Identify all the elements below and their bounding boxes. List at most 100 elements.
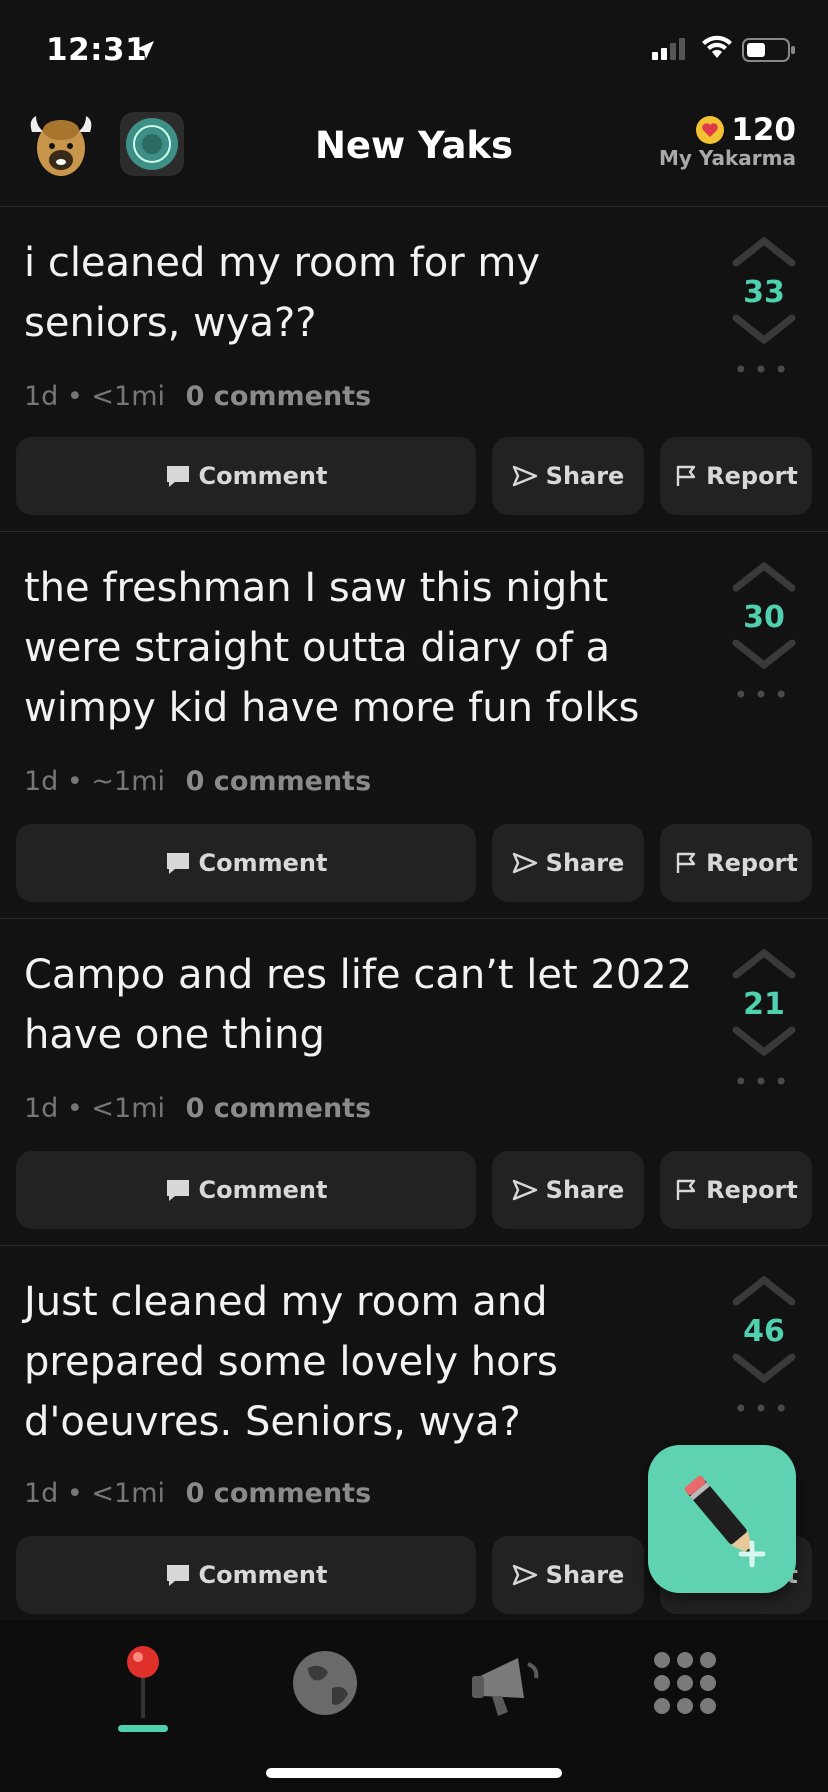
post-actions: Comment Share Report <box>16 1151 812 1229</box>
post-actions: Comment Share Report <box>16 824 812 902</box>
yakarma-label: My Yakarma <box>658 146 796 170</box>
vote-count: 46 <box>743 1314 785 1349</box>
yakarma-badge[interactable]: 120 My Yakarma <box>659 112 796 170</box>
more-icon[interactable]: ••• <box>728 356 800 384</box>
report-label: Report <box>706 849 798 877</box>
post-distance: <1mi <box>91 381 166 412</box>
vote-count: 33 <box>743 275 785 310</box>
report-flag-icon <box>676 1179 696 1200</box>
location-arrow-icon <box>136 41 154 59</box>
comment-button[interactable]: Comment <box>16 437 476 515</box>
comment-button[interactable]: Comment <box>16 824 476 902</box>
post-comment-count[interactable]: 0 comments <box>186 766 372 797</box>
share-icon <box>512 1179 537 1201</box>
comment-button[interactable]: Comment <box>16 1151 476 1229</box>
more-icon[interactable]: ••• <box>728 1068 800 1096</box>
post-age: 1d <box>24 381 59 412</box>
signal-icon <box>652 38 685 60</box>
downvote-icon[interactable] <box>732 1353 796 1384</box>
share-icon <box>512 852 537 874</box>
post-text[interactable]: the freshman I saw this night were strai… <box>24 558 704 738</box>
share-icon <box>512 465 537 487</box>
share-label: Share <box>545 849 625 877</box>
share-label: Share <box>545 1561 625 1589</box>
post-meta: 1d • <1mi 0 comments <box>24 1093 372 1124</box>
vote-count: 21 <box>743 987 785 1022</box>
report-label: Report <box>706 1176 798 1204</box>
post-text[interactable]: i cleaned my room for my seniors, wya?? <box>24 233 704 353</box>
compose-button[interactable] <box>648 1445 796 1593</box>
post-distance: ~1mi <box>91 766 166 797</box>
battery-icon <box>742 38 795 62</box>
upvote-icon[interactable] <box>732 948 796 979</box>
report-button[interactable]: Report <box>660 824 812 902</box>
comment-label: Comment <box>198 462 328 490</box>
pencil-plus-icon <box>684 1475 766 1568</box>
vote-widget: 46 ••• <box>728 1275 800 1423</box>
vote-widget: 21 ••• <box>728 948 800 1096</box>
vote-widget: 30 ••• <box>728 561 800 709</box>
comment-label: Comment <box>198 1176 328 1204</box>
wifi-icon <box>702 35 732 58</box>
report-button[interactable]: Report <box>660 437 812 515</box>
comment-label: Comment <box>198 849 328 877</box>
comment-button[interactable]: Comment <box>16 1536 476 1614</box>
status-bar: 12:31 <box>0 0 828 100</box>
post-comment-count[interactable]: 0 comments <box>186 1093 372 1124</box>
upvote-icon[interactable] <box>732 236 796 267</box>
feed: i cleaned my room for my seniors, wya?? … <box>0 207 828 1626</box>
downvote-icon[interactable] <box>732 1026 796 1057</box>
comment-label: Comment <box>198 1561 328 1589</box>
comment-icon <box>166 1565 189 1586</box>
post-comment-count[interactable]: 0 comments <box>186 1478 372 1509</box>
grid-icon[interactable] <box>640 1638 730 1728</box>
downvote-icon[interactable] <box>732 314 796 345</box>
heart-icon <box>696 116 725 144</box>
megaphone-icon[interactable] <box>462 1638 552 1728</box>
post-distance: <1mi <box>91 1478 166 1509</box>
home-indicator <box>266 1768 562 1778</box>
post-card: Campo and res life can’t let 2022 have o… <box>0 919 828 1246</box>
share-button[interactable]: Share <box>492 437 644 515</box>
tab-bar <box>0 1620 828 1792</box>
share-label: Share <box>545 462 625 490</box>
upvote-icon[interactable] <box>732 1275 796 1306</box>
report-flag-icon <box>676 852 696 873</box>
post-comment-count[interactable]: 0 comments <box>186 381 372 412</box>
report-flag-icon <box>676 465 696 486</box>
yakarma-count: 120 <box>731 112 796 148</box>
vote-count: 30 <box>743 600 785 635</box>
pin-icon[interactable] <box>98 1638 188 1728</box>
post-distance: <1mi <box>91 1093 166 1124</box>
post-actions: Comment Share Report <box>16 437 812 515</box>
post-meta: 1d • ~1mi 0 comments <box>24 766 372 797</box>
vote-widget: 33 ••• <box>728 236 800 384</box>
comment-icon <box>166 853 189 874</box>
upvote-icon[interactable] <box>732 561 796 592</box>
downvote-icon[interactable] <box>732 639 796 670</box>
post-meta: 1d • <1mi 0 comments <box>24 1478 372 1509</box>
more-icon[interactable]: ••• <box>728 1395 800 1423</box>
report-label: Report <box>706 462 798 490</box>
share-button[interactable]: Share <box>492 1536 644 1614</box>
post-age: 1d <box>24 766 59 797</box>
post-card: the freshman I saw this night were strai… <box>0 532 828 919</box>
post-text[interactable]: Campo and res life can’t let 2022 have o… <box>24 945 704 1065</box>
share-button[interactable]: Share <box>492 1151 644 1229</box>
share-icon <box>512 1564 537 1586</box>
header: New Yaks 120 My Yakarma <box>0 100 828 207</box>
comment-icon <box>166 1180 189 1201</box>
share-label: Share <box>545 1176 625 1204</box>
report-button[interactable]: Report <box>660 1151 812 1229</box>
more-icon[interactable]: ••• <box>728 681 800 709</box>
post-age: 1d <box>24 1478 59 1509</box>
post-age: 1d <box>24 1093 59 1124</box>
status-time: 12:31 <box>46 32 148 68</box>
post-text[interactable]: Just cleaned my room and prepared some l… <box>24 1272 704 1452</box>
comment-icon <box>166 466 189 487</box>
share-button[interactable]: Share <box>492 824 644 902</box>
post-card: i cleaned my room for my seniors, wya?? … <box>0 207 828 532</box>
post-meta: 1d • <1mi 0 comments <box>24 381 372 412</box>
tab-active-indicator <box>118 1725 168 1732</box>
globe-icon[interactable] <box>280 1638 370 1728</box>
